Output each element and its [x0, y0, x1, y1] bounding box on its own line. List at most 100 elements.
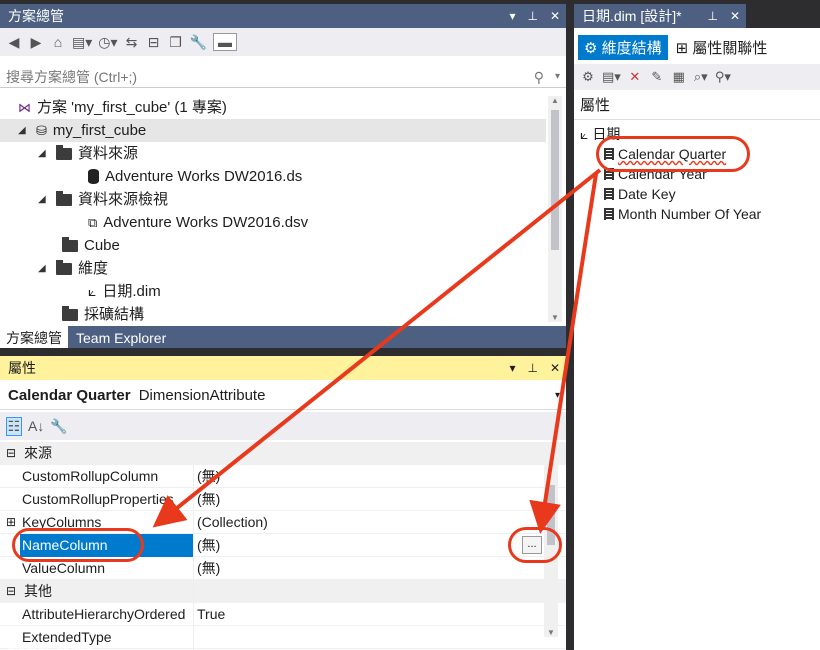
property-row[interactable]: CustomRollupColumn (無) — [0, 465, 566, 488]
expanded-arrow-icon[interactable]: ◢ — [38, 188, 50, 211]
tab-attribute-relationships[interactable]: ⊞ 屬性關聯性 — [674, 35, 770, 60]
bottom-cut-label: NameColumn — [8, 643, 94, 650]
property-value[interactable]: (無) — [197, 465, 220, 488]
callout-ellipsis — [508, 527, 562, 563]
switch-view-icon[interactable]: ▤▾ — [72, 34, 92, 51]
property-row[interactable]: AttributeHierarchyOrdered True — [0, 603, 566, 626]
callout-calendar-quarter — [596, 136, 750, 172]
designer-title-text: 日期.dim [設計]* — [582, 8, 682, 24]
show-all-files-icon[interactable]: ❐ — [168, 34, 184, 51]
search-icon[interactable]: ⚲ — [534, 66, 544, 88]
relationship-icon: ⊞ — [675, 39, 689, 57]
project-icon: ⛁ — [36, 123, 47, 138]
attribute-label: Date Key — [618, 186, 676, 202]
tab-dimension-structure[interactable]: ⚙ 維度結構 — [578, 34, 668, 60]
expanded-arrow-icon[interactable]: ◢ — [18, 119, 30, 142]
attribute-date-key[interactable]: Date Key — [604, 184, 676, 204]
property-row[interactable]: CustomRollupProperties (無) — [0, 488, 566, 511]
property-value[interactable]: (無) — [197, 488, 220, 511]
tab-team-explorer[interactable]: Team Explorer — [68, 326, 174, 348]
dropdown-icon[interactable]: ▾ — [509, 4, 515, 28]
preview-icon[interactable]: ▬ — [212, 33, 237, 51]
property-pages-icon[interactable]: 🔧 — [50, 418, 67, 435]
properties-grid-icon[interactable]: ▤▾ — [602, 69, 621, 85]
tree-item-dsv[interactable]: ⧉ Adventure Works DW2016.dsv — [88, 211, 308, 234]
tree-item-date-dim[interactable]: ⟀ 日期.dim — [88, 280, 161, 303]
expanded-arrow-icon[interactable]: ◢ — [38, 257, 50, 280]
delete-icon[interactable]: ✕ — [627, 69, 643, 85]
category-label: 來源 — [24, 445, 52, 461]
show-table-icon[interactable]: ▦ — [671, 69, 687, 85]
tab-label: 維度結構 — [601, 39, 662, 57]
find-icon[interactable]: ⚲▾ — [715, 69, 731, 85]
search-solution-explorer[interactable]: 搜尋方案總管 (Ctrl+;) ⚲ ▾ — [0, 66, 566, 88]
expanded-arrow-icon[interactable]: ◢ — [38, 142, 50, 165]
close-icon[interactable]: ✕ — [730, 4, 740, 28]
collapse-icon[interactable]: ⊟ — [6, 580, 16, 603]
scrollbar-thumb[interactable] — [551, 110, 559, 250]
dimension-icon: ⟀ — [580, 126, 589, 142]
column-divider[interactable] — [193, 465, 194, 650]
key-attribute-icon — [604, 188, 614, 200]
property-name: AttributeHierarchyOrdered — [22, 606, 186, 622]
folder-icon — [56, 259, 72, 275]
tree-item-cube[interactable]: Cube — [62, 234, 120, 257]
home-icon[interactable]: ⌂ — [50, 34, 66, 50]
properties-pane: 屬性 ▾ ⊥ ✕ Calendar Quarter DimensionAttri… — [0, 356, 566, 650]
pending-changes-icon[interactable]: ◷▾ — [98, 34, 117, 51]
tree-item-mining[interactable]: 採礦結構 — [62, 303, 144, 326]
designer-tab-title[interactable]: 日期.dim [設計]* ⊥ ✕ — [574, 4, 746, 28]
folder-icon — [62, 236, 78, 252]
close-icon[interactable]: ✕ — [550, 356, 560, 380]
tree-item-dimensions[interactable]: ◢ 維度 — [38, 257, 108, 280]
pin-icon[interactable]: ⊥ — [527, 4, 537, 28]
edit-icon[interactable]: ✎ — [649, 69, 665, 85]
zoom-icon[interactable]: ⌕▾ — [693, 69, 709, 85]
tab-solution-explorer[interactable]: 方案總管 — [0, 326, 68, 348]
solution-explorer-title: 方案總管 ▾ ⊥ ✕ — [0, 4, 566, 28]
back-icon[interactable]: ◀ — [6, 34, 22, 51]
tree-item-label: 方案 'my_first_cube' (1 專案) — [37, 99, 227, 116]
search-options-icon[interactable]: ▾ — [555, 66, 560, 88]
designer-toolbar: ⚙ ▤▾ ✕ ✎ ▦ ⌕▾ ⚲▾ — [574, 64, 820, 90]
collapse-all-icon[interactable]: ⊟ — [146, 34, 162, 51]
forward-icon[interactable]: ▶ — [28, 34, 44, 51]
scroll-down-icon[interactable]: ▼ — [548, 313, 562, 322]
attribute-month-number[interactable]: Month Number Of Year — [604, 204, 761, 224]
property-value[interactable]: (無) — [197, 557, 220, 580]
scroll-up-icon[interactable]: ▲ — [548, 96, 562, 105]
property-value[interactable]: True — [197, 603, 225, 626]
solution-explorer-toolbar: ◀ ▶ ⌂ ▤▾ ◷▾ ⇆ ⊟ ❐ 🔧 ▬ — [0, 28, 566, 56]
property-value[interactable]: (Collection) — [197, 511, 268, 534]
dropdown-icon[interactable]: ▾ — [509, 356, 515, 380]
object-selector[interactable]: Calendar Quarter DimensionAttribute ▾ — [0, 382, 566, 410]
tree-item-label: Adventure Works DW2016.ds — [105, 168, 303, 185]
pin-icon[interactable]: ⊥ — [707, 4, 717, 28]
tree-item-dsviews[interactable]: ◢ 資料來源檢視 — [38, 188, 168, 211]
alphabetical-icon[interactable]: A↓ — [28, 418, 44, 434]
category-source[interactable]: ⊟ 來源 — [0, 442, 566, 465]
process-icon[interactable]: ⚙ — [580, 69, 596, 85]
tree-item-ds[interactable]: Adventure Works DW2016.ds — [88, 165, 302, 188]
chevron-down-icon[interactable]: ▾ — [555, 382, 560, 410]
tree-item-label: Cube — [84, 237, 120, 254]
scroll-down-icon[interactable]: ▼ — [544, 628, 558, 637]
tree-item-datasources[interactable]: ◢ 資料來源 — [38, 142, 138, 165]
property-value[interactable]: (無) — [197, 534, 220, 557]
tree-item-label: Adventure Works DW2016.dsv — [103, 214, 309, 231]
tree-scrollbar[interactable]: ▲ ▼ — [548, 96, 562, 322]
close-icon[interactable]: ✕ — [550, 4, 560, 28]
pin-icon[interactable]: ⊥ — [527, 356, 537, 380]
sync-icon[interactable]: ⇆ — [124, 34, 140, 51]
folder-icon — [56, 144, 72, 160]
properties-icon[interactable]: 🔧 — [190, 34, 207, 51]
tab-label: 屬性關聯性 — [692, 39, 768, 57]
collapse-icon[interactable]: ⊟ — [6, 442, 16, 465]
category-misc[interactable]: ⊟ 其他 — [0, 580, 566, 603]
tree-item-project[interactable]: ◢ ⛁ my_first_cube — [0, 119, 546, 142]
tree-item-label: 資料來源 — [78, 145, 139, 162]
tree-item-label: 維度 — [78, 260, 109, 277]
categorized-icon[interactable]: ☷ — [6, 416, 22, 436]
expand-icon[interactable]: ⊞ — [6, 511, 16, 534]
tree-item-solution[interactable]: ⋈ 方案 'my_first_cube' (1 專案) — [18, 96, 227, 119]
